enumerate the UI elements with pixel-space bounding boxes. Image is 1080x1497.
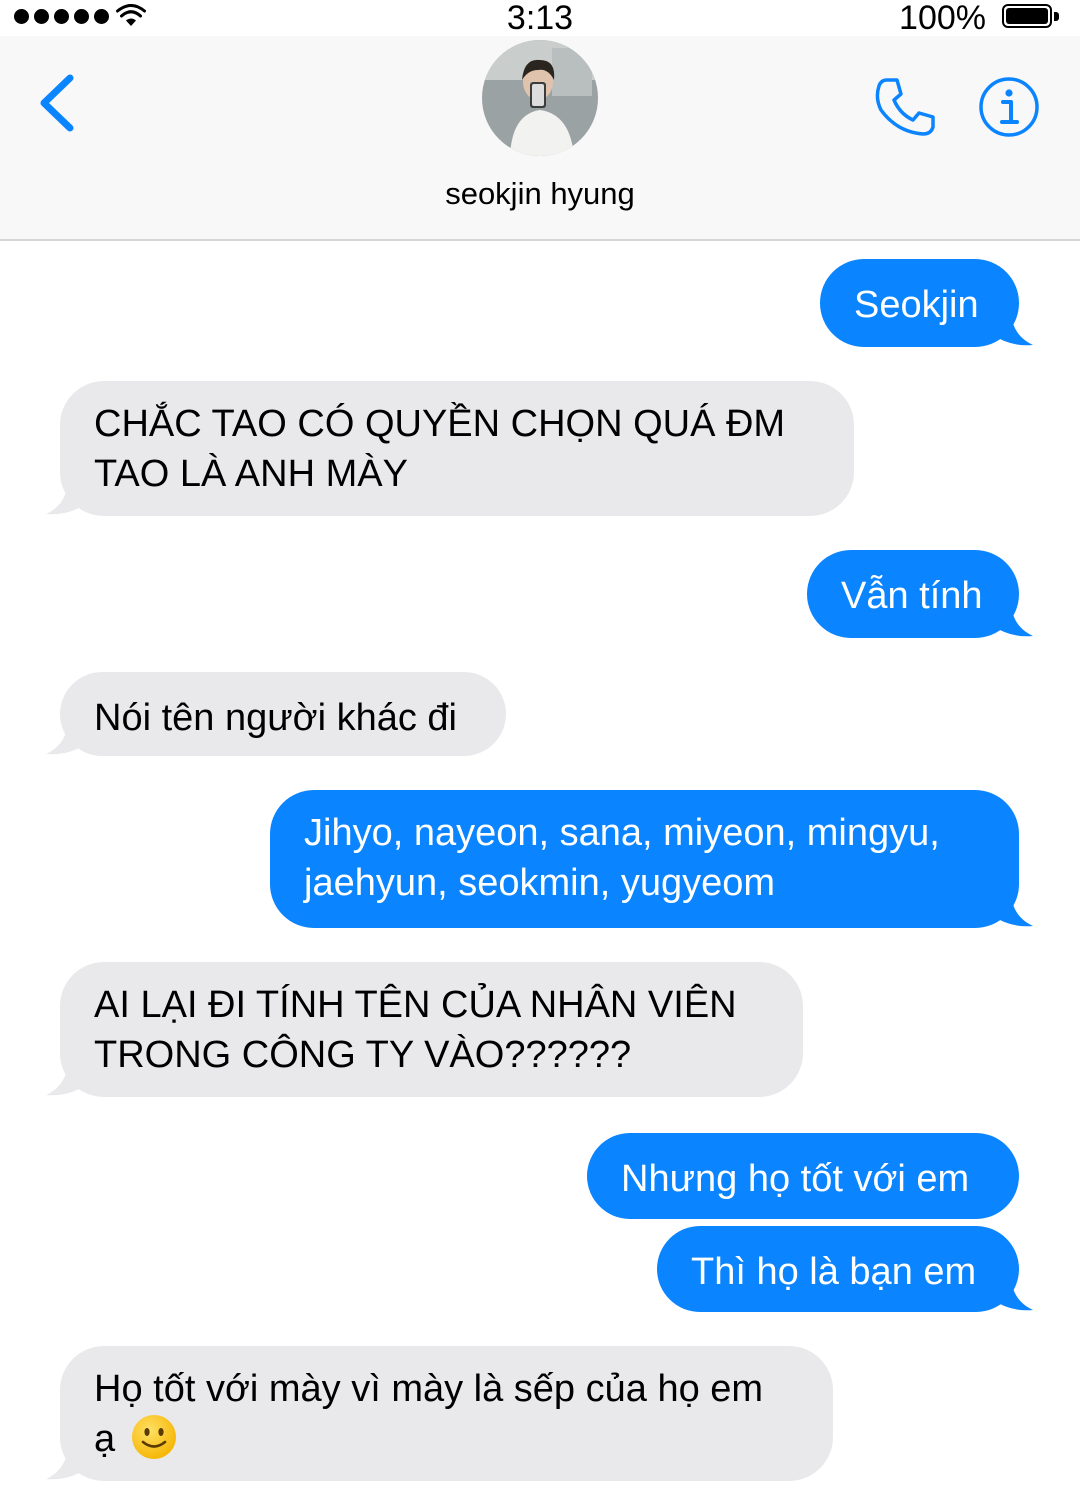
message-line: CHẮC TAO CÓ QUYỀN CHỌN QUÁ ĐM <box>94 403 786 445</box>
incoming-message[interactable]: Nói tên người khác đi <box>46 672 506 756</box>
phone-icon <box>875 78 935 136</box>
bubble-tail <box>46 718 86 755</box>
message-line: ạ <box>94 1414 799 1465</box>
messages-screen: 3:13 100% seokjin hyung Seokjin CHẮC TAO… <box>0 0 1080 1497</box>
message-text: Nói tên người khác đi <box>94 697 457 739</box>
bubble-tail <box>993 1274 1033 1311</box>
bubble-tail <box>993 600 1033 637</box>
status-bar: 3:13 100% <box>0 0 1080 36</box>
incoming-message[interactable]: CHẮC TAO CÓ QUYỀN CHỌN QUÁ ĐM TAO LÀ ANH… <box>46 381 854 516</box>
outgoing-message[interactable]: Nhưng họ tốt với em <box>587 1133 1019 1219</box>
outgoing-message[interactable]: Thì họ là bạn em <box>657 1226 1033 1312</box>
message-line: TAO LÀ ANH MÀY <box>94 453 408 495</box>
message-line: TRONG CÔNG TY VÀO?????? <box>94 1034 632 1076</box>
conversation-header: seokjin hyung <box>0 36 1080 241</box>
outgoing-message[interactable]: Vẫn tính <box>807 550 1033 638</box>
message-line: Jihyo, nayeon, sana, miyeon, mingyu, <box>304 812 940 854</box>
chevron-left-icon <box>40 74 74 132</box>
bubble-tail <box>993 309 1033 346</box>
message-text: Thì họ là bạn em <box>691 1251 977 1293</box>
bubble-tail <box>993 890 1033 927</box>
info-button[interactable] <box>978 76 1040 138</box>
bubble-tail <box>46 478 86 515</box>
contact-name[interactable]: seokjin hyung <box>0 176 1080 212</box>
message-text: Nhưng họ tốt với em <box>621 1158 970 1200</box>
call-button[interactable] <box>873 76 937 138</box>
message-line: Họ tốt với mày vì mày là sếp của họ em <box>94 1368 764 1410</box>
outgoing-message[interactable]: Jihyo, nayeon, sana, miyeon, mingyu, jae… <box>270 790 1033 928</box>
battery-icon <box>1002 4 1060 30</box>
bubble-tail <box>46 1443 86 1480</box>
incoming-message[interactable]: Họ tốt với mày vì mày là sếp của họ em ạ <box>46 1346 833 1481</box>
outgoing-message[interactable]: Seokjin <box>820 259 1033 347</box>
info-icon <box>979 77 1039 137</box>
contact-avatar[interactable] <box>482 40 598 156</box>
battery-percent: 100% <box>899 0 986 37</box>
message-text: Seokjin <box>854 284 979 326</box>
message-line: jaehyun, seokmin, yugyeom <box>304 862 776 904</box>
back-button[interactable] <box>34 72 80 134</box>
slightly-smiling-face-icon <box>131 1414 176 1459</box>
message-text: Vẫn tính <box>841 575 983 617</box>
incoming-message[interactable]: AI LẠI ĐI TÍNH TÊN CỦA NHÂN VIÊN TRONG C… <box>46 962 803 1097</box>
bubble-tail <box>46 1059 86 1096</box>
message-line: AI LẠI ĐI TÍNH TÊN CỦA NHÂN VIÊN <box>94 984 737 1026</box>
